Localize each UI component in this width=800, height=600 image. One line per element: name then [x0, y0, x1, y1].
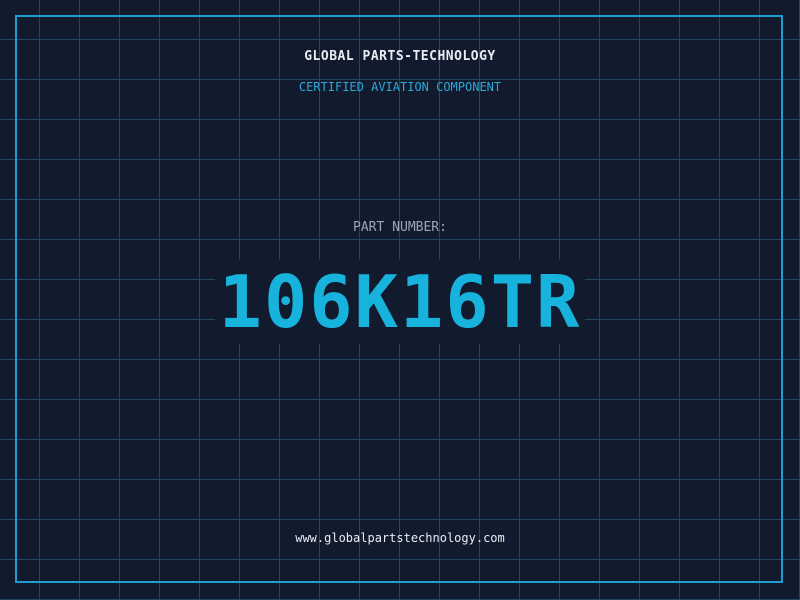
- part-number-value: 106K16TR: [214, 260, 586, 344]
- part-number-label: PART NUMBER:: [353, 220, 447, 235]
- certification-subtitle: CERTIFIED AVIATION COMPONENT: [298, 80, 502, 94]
- company-name: GLOBAL PARTS-TECHNOLOGY: [304, 49, 496, 64]
- certificate-card: GLOBAL PARTS-TECHNOLOGY CERTIFIED AVIATI…: [0, 0, 800, 600]
- part-number: 106K16TR: [0, 260, 800, 344]
- website-link[interactable]: www.globalpartstechnology.com: [0, 531, 800, 545]
